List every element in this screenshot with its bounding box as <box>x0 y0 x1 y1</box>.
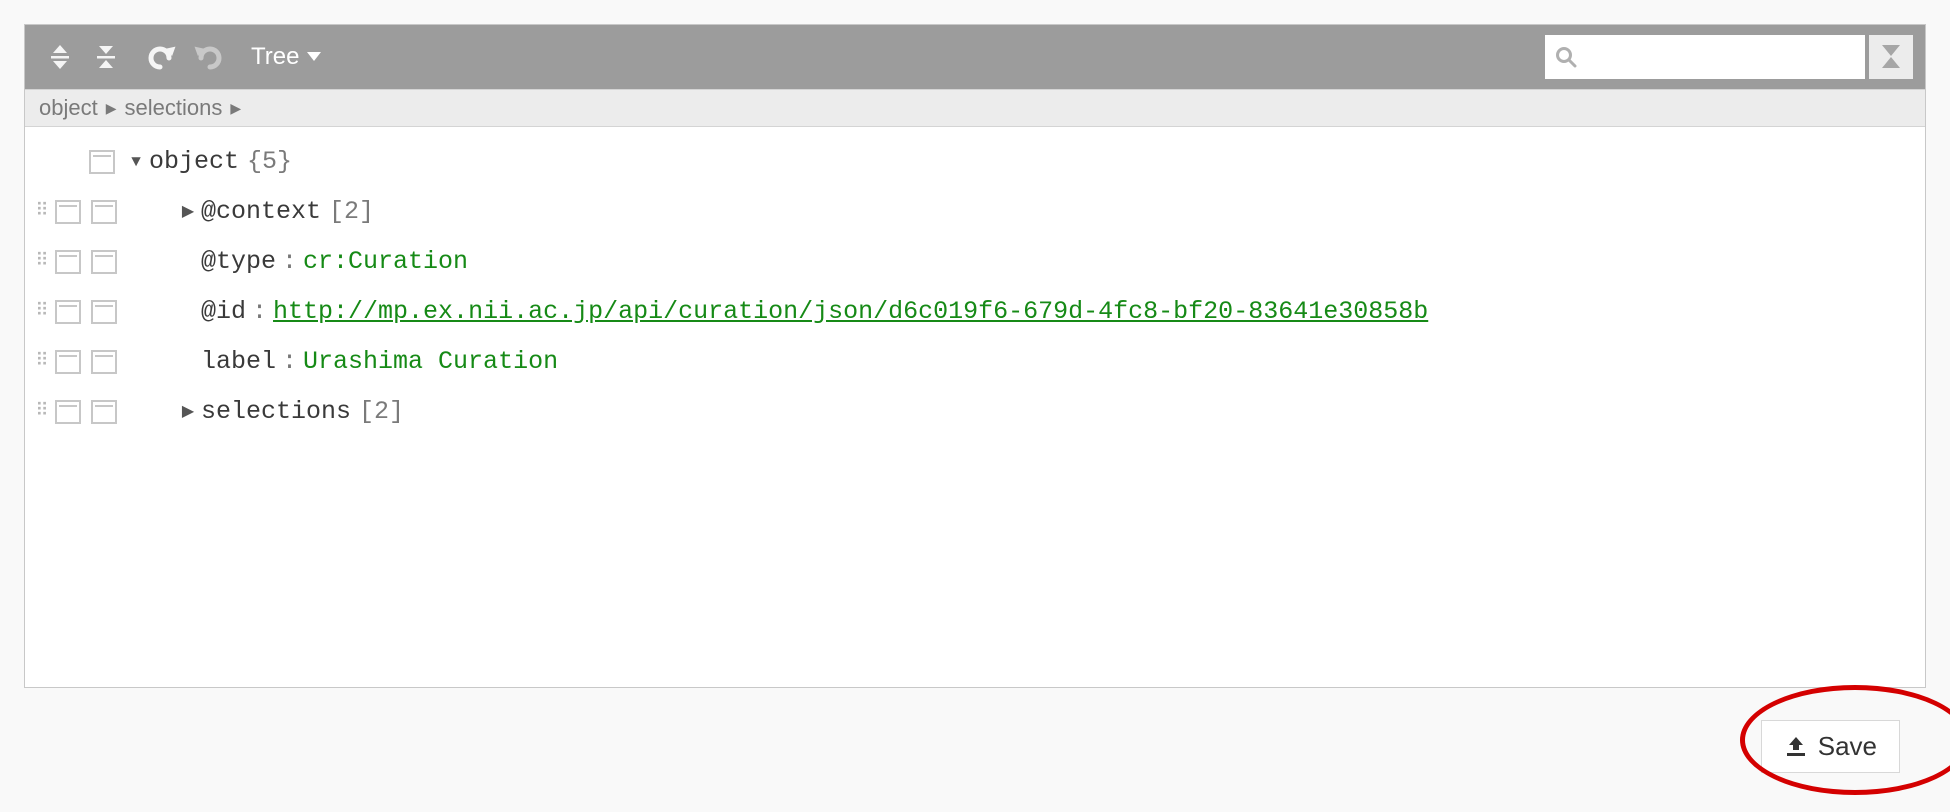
undo-button[interactable] <box>139 34 185 80</box>
search-icon <box>1555 46 1577 68</box>
node-count: [2] <box>329 187 374 237</box>
node-value: Urashima Curation <box>303 337 558 387</box>
caret-down-icon[interactable]: ▼ <box>123 137 149 187</box>
node-key: label <box>201 337 276 387</box>
node-count: {5} <box>247 137 292 187</box>
search-box <box>1545 35 1865 79</box>
upload-icon <box>1784 735 1808 759</box>
node-key: object <box>149 137 239 187</box>
breadcrumb-separator-icon: ▶ <box>106 100 117 117</box>
node-value: cr:Curation <box>303 237 468 287</box>
breadcrumb-separator-icon: ▶ <box>230 100 241 117</box>
expand-all-button[interactable] <box>37 34 83 80</box>
node-key: @context <box>201 187 321 237</box>
triangle-down-icon <box>1882 45 1900 57</box>
view-mode-label: Tree <box>251 43 299 71</box>
row-menu-button[interactable] <box>55 300 81 324</box>
breadcrumb: object ▶ selections ▶ <box>25 89 1925 127</box>
caret-right-icon[interactable]: ▶ <box>175 387 201 437</box>
row-menu-button[interactable] <box>89 150 115 174</box>
breadcrumb-item[interactable]: selections <box>125 95 223 121</box>
drag-handle-icon[interactable]: ⠿ <box>31 337 53 387</box>
row-menu-button[interactable] <box>55 250 81 274</box>
redo-icon <box>193 42 223 72</box>
row-menu-button[interactable] <box>55 350 81 374</box>
row-menu-button[interactable] <box>91 400 117 424</box>
node-key: @type <box>201 237 276 287</box>
collapse-all-button[interactable] <box>83 34 129 80</box>
row-menu-button[interactable] <box>91 300 117 324</box>
node-key: selections <box>201 387 351 437</box>
tree-body: ▼ object {5} ⠿ ▶ @context [2] ⠿ @type : … <box>25 127 1925 687</box>
row-menu-button[interactable] <box>91 200 117 224</box>
triangle-up-icon <box>1882 57 1900 69</box>
drag-handle-icon[interactable]: ⠿ <box>31 287 53 337</box>
save-button-label: Save <box>1818 731 1877 762</box>
tree-row-root[interactable]: ▼ object {5} <box>31 137 1919 187</box>
drag-handle-icon[interactable]: ⠿ <box>31 387 53 437</box>
toolbar: Tree <box>25 25 1925 89</box>
row-menu-button[interactable] <box>55 400 81 424</box>
tree-row[interactable]: ⠿ ▶ @context [2] <box>31 187 1919 237</box>
tree-row[interactable]: ⠿ @type : cr:Curation <box>31 237 1919 287</box>
view-mode-select[interactable]: Tree <box>251 43 321 71</box>
search-nav-buttons[interactable] <box>1869 35 1913 79</box>
undo-icon <box>147 42 177 72</box>
breadcrumb-item[interactable]: object <box>39 95 98 121</box>
save-button[interactable]: Save <box>1761 720 1900 773</box>
node-count: [2] <box>359 387 404 437</box>
row-menu-button[interactable] <box>55 200 81 224</box>
tree-row[interactable]: ⠿ ▶ selections [2] <box>31 387 1919 437</box>
node-value-link[interactable]: http://mp.ex.nii.ac.jp/api/curation/json… <box>273 287 1428 337</box>
json-editor-frame: Tree object ▶ selections ▶ <box>24 24 1926 688</box>
tree-row[interactable]: ⠿ label : Urashima Curation <box>31 337 1919 387</box>
tree-row[interactable]: ⠿ @id : http://mp.ex.nii.ac.jp/api/curat… <box>31 287 1919 337</box>
expand-all-icon <box>47 44 73 70</box>
row-menu-button[interactable] <box>91 350 117 374</box>
drag-handle-icon[interactable]: ⠿ <box>31 187 53 237</box>
node-key: @id <box>201 287 246 337</box>
redo-button <box>185 34 231 80</box>
search-input[interactable] <box>1585 46 1855 69</box>
row-menu-button[interactable] <box>91 250 117 274</box>
caret-right-icon[interactable]: ▶ <box>175 187 201 237</box>
chevron-down-icon <box>307 52 321 62</box>
collapse-all-icon <box>93 44 119 70</box>
drag-handle-icon[interactable]: ⠿ <box>31 237 53 287</box>
